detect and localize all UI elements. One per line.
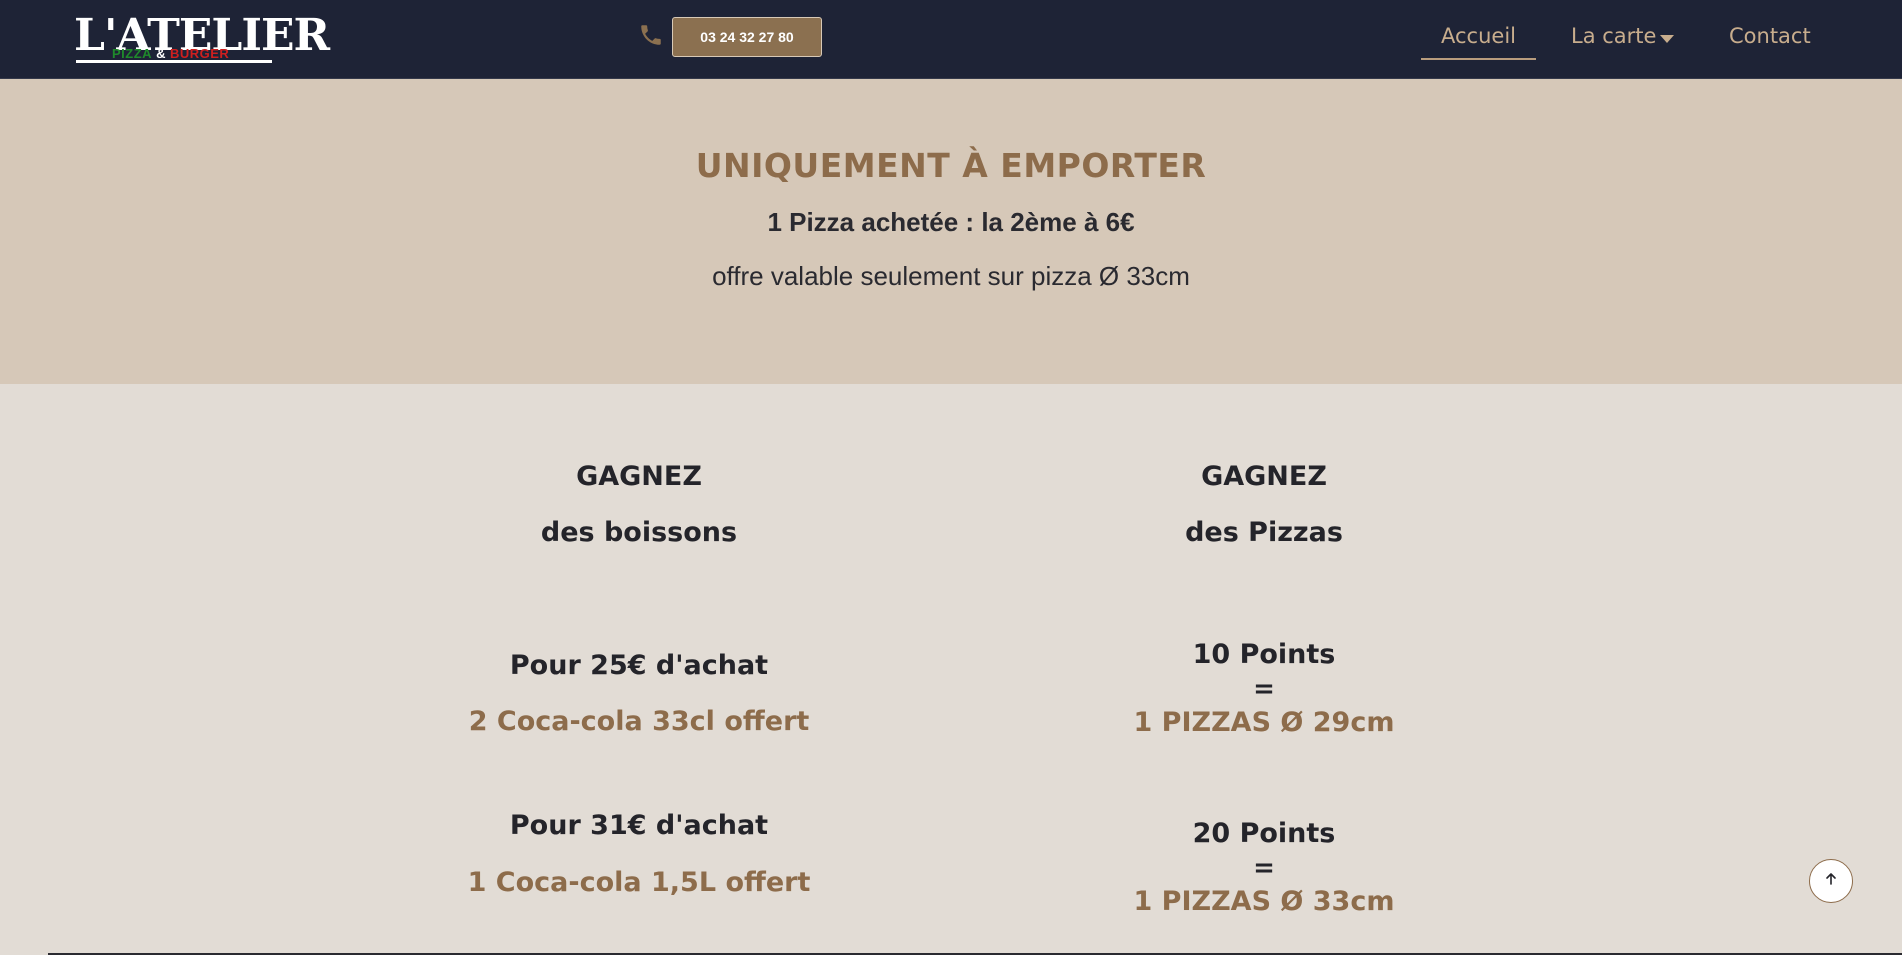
arrow-up-icon bbox=[1823, 871, 1839, 892]
chevron-down-icon[interactable] bbox=[1660, 35, 1674, 43]
nav-active-underline bbox=[1421, 58, 1536, 60]
promo-note: offre valable seulement sur pizza Ø 33cm bbox=[712, 261, 1190, 291]
drinks-tier-1-condition: Pour 25€ d'achat bbox=[509, 650, 769, 681]
drinks-tier-1-reward: 2 Coca-cola 33cl offert bbox=[468, 706, 810, 737]
site-logo[interactable]: L'ATELIER PIZZA & BURGER bbox=[74, 10, 330, 66]
drinks-tier-2-reward: 1 Coca-cola 1,5L offert bbox=[467, 867, 811, 898]
pizzas-tier-2-reward: 1 PIZZAS Ø 33cm bbox=[1133, 886, 1395, 917]
logo-underline bbox=[76, 60, 272, 63]
logo-tagline-burger: BURGER bbox=[169, 46, 230, 61]
nav-la-carte[interactable]: La carte bbox=[1571, 24, 1656, 54]
pizzas-tier-1-reward: 1 PIZZAS Ø 29cm bbox=[1133, 707, 1395, 738]
logo-tagline: PIZZA & BURGER bbox=[112, 46, 229, 61]
pizzas-tier-2-points: 20 Points bbox=[1192, 818, 1336, 849]
nav-accueil[interactable]: Accueil bbox=[1441, 24, 1516, 54]
scroll-to-top-button[interactable] bbox=[1809, 859, 1853, 903]
pizzas-tier-2-equals: = bbox=[1253, 853, 1275, 883]
pizzas-heading: GAGNEZ bbox=[1201, 461, 1327, 492]
drinks-tier-2-condition: Pour 31€ d'achat bbox=[509, 810, 769, 841]
pizzas-tier-1-equals: = bbox=[1253, 674, 1275, 704]
promo-title: UNIQUEMENT À EMPORTER bbox=[695, 146, 1207, 185]
site-header: L'ATELIER PIZZA & BURGER 03 24 32 27 80 Ac… bbox=[0, 0, 1902, 79]
promo-offer: 1 Pizza achetée : la 2ème à 6€ bbox=[767, 207, 1135, 237]
pizzas-tier-1-points: 10 Points bbox=[1192, 639, 1336, 670]
pizzas-subheading: des Pizzas bbox=[1185, 517, 1343, 548]
logo-tagline-pizza: PIZZA bbox=[112, 46, 153, 61]
rewards-section bbox=[0, 384, 1902, 955]
phone-icon bbox=[638, 22, 664, 48]
logo-tagline-amp: & bbox=[156, 46, 166, 61]
phone-number-button[interactable]: 03 24 32 27 80 bbox=[672, 17, 822, 57]
nav-contact[interactable]: Contact bbox=[1729, 24, 1811, 54]
drinks-subheading: des boissons bbox=[540, 517, 738, 548]
drinks-heading: GAGNEZ bbox=[576, 461, 702, 492]
